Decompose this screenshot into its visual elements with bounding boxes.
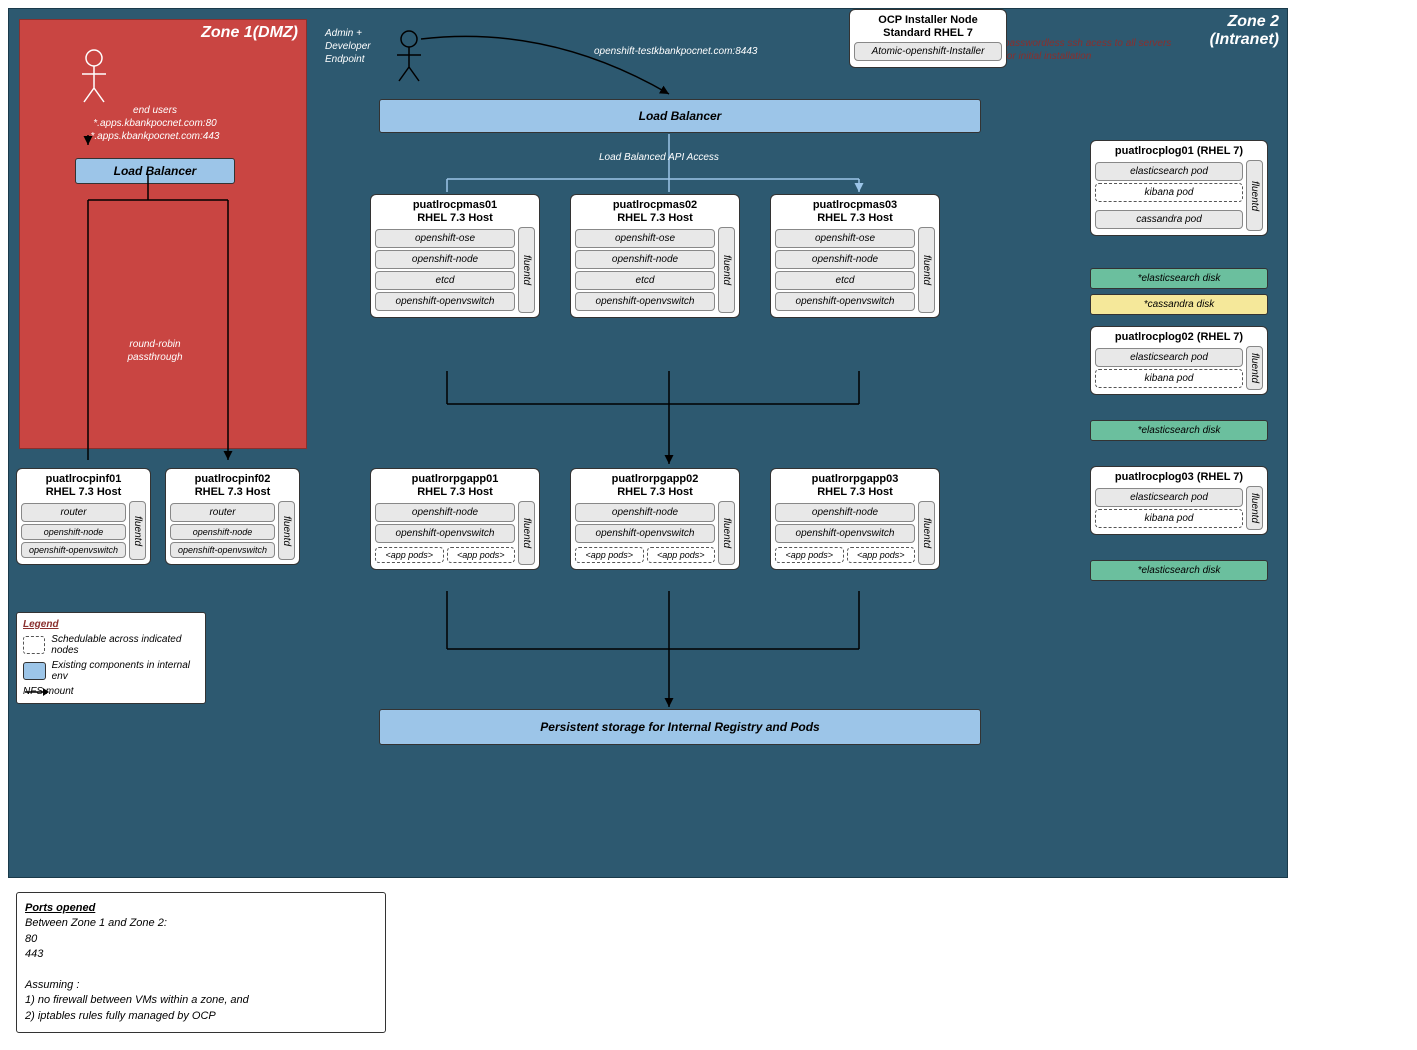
master-1: puatlrocpmas01RHEL 7.3 Host openshift-os… (370, 194, 540, 318)
master-2: puatlrocpmas02RHEL 7.3 Host openshift-os… (570, 194, 740, 318)
end-users-host2: *.apps.kbankpocnet.com:443 (65, 130, 245, 143)
cs-disk: *cassandra disk (1090, 294, 1268, 315)
app-2: puatlrorpgapp02RHEL 7.3 Host openshift-n… (570, 468, 740, 570)
zone2-load-balancer: Load Balancer (379, 99, 981, 133)
app-3: puatlrorpgapp03RHEL 7.3 Host openshift-n… (770, 468, 940, 570)
persistent-storage: Persistent storage for Internal Registry… (379, 709, 981, 745)
legend-dashed-icon (23, 636, 45, 654)
master-3: puatlrocpmas03RHEL 7.3 Host openshift-os… (770, 194, 940, 318)
lb-caption: Load Balanced API Access (599, 151, 719, 164)
end-users-label: end users (65, 104, 245, 117)
legend: Legend Schedulable across indicated node… (16, 612, 206, 704)
round-robin-1: round-robin (110, 338, 200, 351)
app-1: puatlrorpgapp01RHEL 7.3 Host openshift-n… (370, 468, 540, 570)
zone-1-title: Zone 1(DMZ) (201, 24, 298, 42)
installer-pod: Atomic-openshift-Installer (854, 42, 1002, 61)
legend-existing-icon (23, 662, 46, 680)
end-users-host1: *.apps.kbankpocnet.com:80 (65, 117, 245, 130)
zone-2-title: Zone 2 (Intranet) (1210, 13, 1279, 49)
installer-node: OCP Installer NodeStandard RHEL 7 Atomic… (849, 9, 1007, 68)
ssh-note: passwordless ssh acess to all servers fo… (1004, 37, 1184, 63)
es-disk-1: *elasticsearch disk (1090, 268, 1268, 289)
log-3: puatlrocplog03 (RHEL 7) elasticsearch po… (1090, 466, 1268, 535)
zone1-load-balancer: Load Balancer (75, 158, 235, 184)
ports-box: Ports opened Between Zone 1 and Zone 2: … (16, 892, 386, 1033)
zone-2-intranet: Zone 2 (Intranet) passwordless ssh acess… (8, 8, 1288, 878)
inf-2: puatlrocpinf02RHEL 7.3 Host routeropensh… (165, 468, 300, 565)
admin-endpoint-label: Admin + Developer Endpoint (325, 27, 371, 66)
api-url: openshift-testkbankpocnet.com:8443 (594, 45, 757, 58)
es-disk-2: *elasticsearch disk (1090, 420, 1268, 441)
es-disk-3: *elasticsearch disk (1090, 560, 1268, 581)
log-1: puatlrocplog01 (RHEL 7) elasticsearch po… (1090, 140, 1268, 236)
ports-title: Ports opened (25, 901, 377, 916)
inf-1: puatlrocpinf01RHEL 7.3 Host routeropensh… (16, 468, 151, 565)
log-2: puatlrocplog02 (RHEL 7) elasticsearch po… (1090, 326, 1268, 395)
round-robin-2: passthrough (110, 351, 200, 364)
legend-title: Legend (23, 619, 199, 630)
zone-1-dmz: Zone 1(DMZ) end users *.apps.kbankpocnet… (19, 19, 307, 449)
